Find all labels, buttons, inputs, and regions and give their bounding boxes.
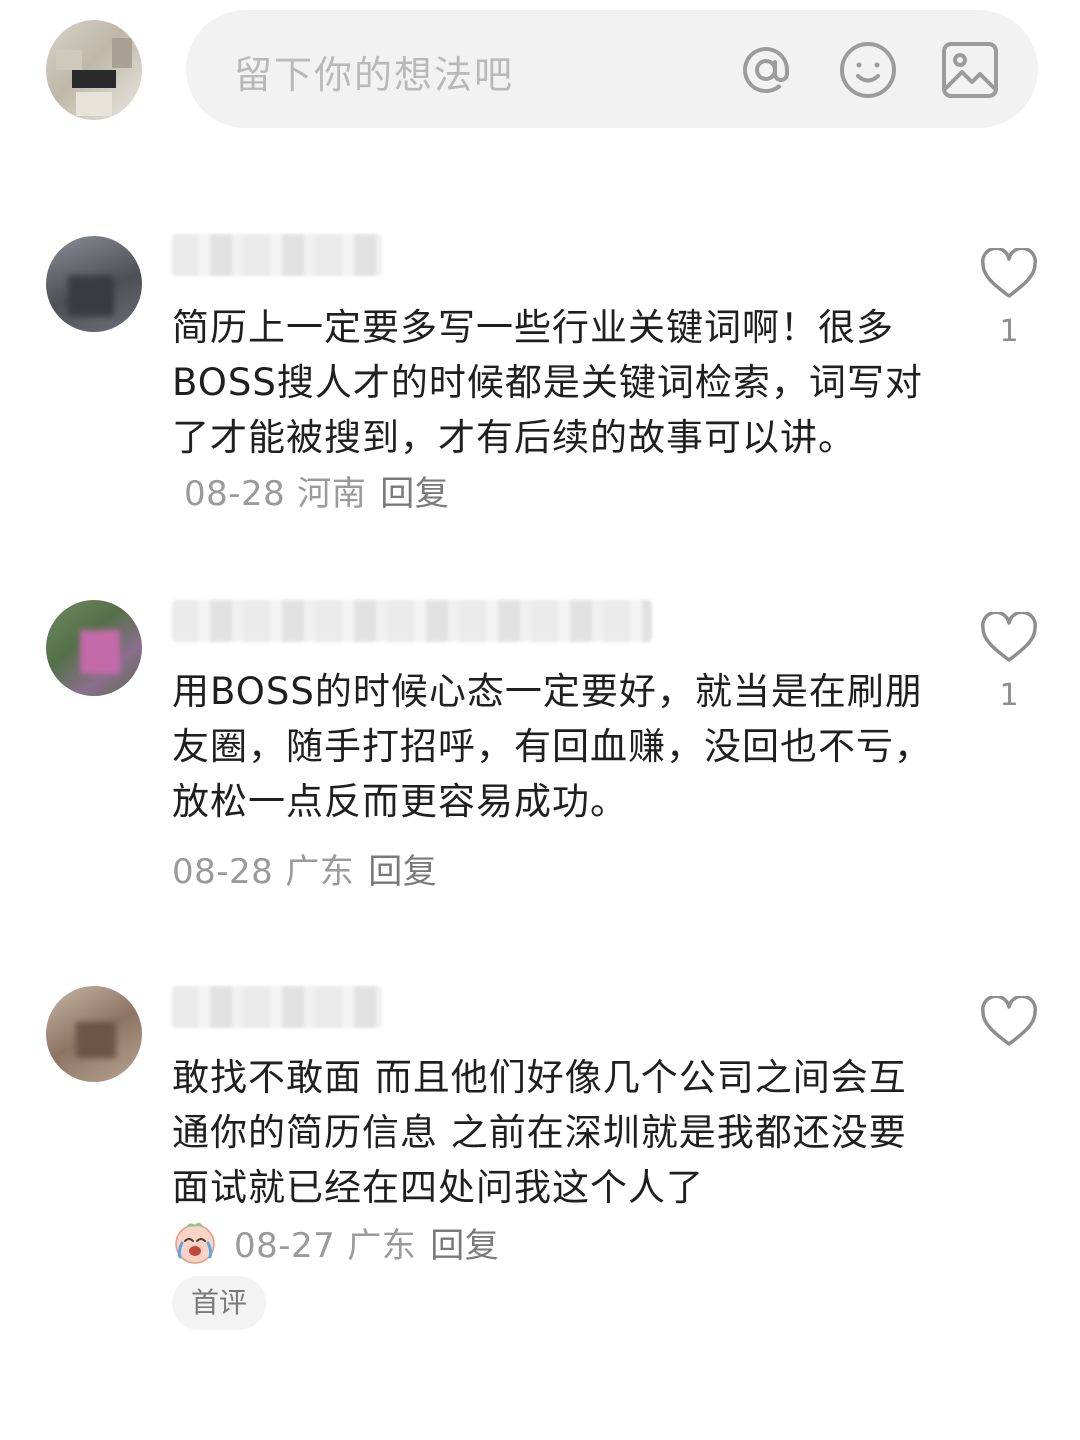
comment-location: 河南	[297, 474, 367, 514]
reply-button[interactable]: 回复	[368, 852, 437, 892]
comment-body: 用BOSS的时候心态一定要好，就当是在刷朋友圈，随手打招呼，有回血赚，没回也不亏…	[172, 664, 932, 829]
commenter-avatar[interactable]	[46, 986, 142, 1082]
heart-icon	[981, 612, 1037, 662]
like-button[interactable]	[980, 996, 1038, 1048]
reply-button[interactable]: 回复	[430, 1226, 499, 1266]
commenter-avatar[interactable]	[46, 236, 142, 332]
comment-meta: 08-28 广东 回复	[172, 844, 437, 893]
commenter-name[interactable]	[172, 986, 382, 1028]
like-count: 1	[999, 314, 1019, 349]
crying-laughing-emoji-icon	[172, 1219, 218, 1265]
commenter-avatar[interactable]	[46, 600, 142, 696]
like-button[interactable]: 1	[980, 248, 1038, 349]
first-comment-badge: 首评	[172, 1276, 266, 1330]
heart-icon	[981, 996, 1037, 1046]
image-icon[interactable]	[940, 40, 1000, 100]
comment-body: 敢找不敢面 而且他们好像几个公司之间会互通你的简历信息 之前在深圳就是我都还没要…	[172, 1050, 932, 1215]
at-icon[interactable]	[736, 40, 796, 100]
comment-text: 敢找不敢面 而且他们好像几个公司之间会互通你的简历信息 之前在深圳就是我都还没要…	[172, 1056, 907, 1209]
heart-icon	[981, 248, 1037, 298]
comment-date: 08-28	[184, 474, 286, 514]
comment-text: 简历上一定要多写一些行业关键词啊！很多BOSS搜人才的时候都是关键词检索，词写对…	[172, 306, 923, 459]
comment-location: 广东	[285, 852, 355, 892]
comment-date: 08-28	[172, 852, 274, 892]
comment-date: 08-27	[234, 1226, 336, 1266]
like-count: 1	[999, 678, 1019, 713]
comment-text: 用BOSS的时候心态一定要好，就当是在刷朋友圈，随手打招呼，有回血赚，没回也不亏…	[172, 670, 932, 823]
current-user-avatar[interactable]	[46, 20, 142, 120]
like-button[interactable]: 1	[980, 612, 1038, 713]
comment-meta: 08-27 广东 回复	[172, 1218, 499, 1267]
comment-location: 广东	[347, 1226, 417, 1266]
comment-input-placeholder: 留下你的想法吧	[234, 53, 515, 97]
comment-page: 留下你的想法吧 简历上一定要多写一些行业关键词啊！很多BOSS搜人才的时候都是关…	[0, 0, 1080, 1440]
comment-meta: 08-28 河南 回复	[172, 474, 449, 514]
commenter-name[interactable]	[172, 600, 652, 642]
reply-button[interactable]: 回复	[380, 474, 449, 514]
comment-body: 简历上一定要多写一些行业关键词啊！很多BOSS搜人才的时候都是关键词检索，词写对…	[172, 300, 932, 522]
comment-input[interactable]: 留下你的想法吧	[186, 10, 1038, 128]
emoji-icon[interactable]	[838, 40, 898, 100]
commenter-name[interactable]	[172, 234, 382, 276]
